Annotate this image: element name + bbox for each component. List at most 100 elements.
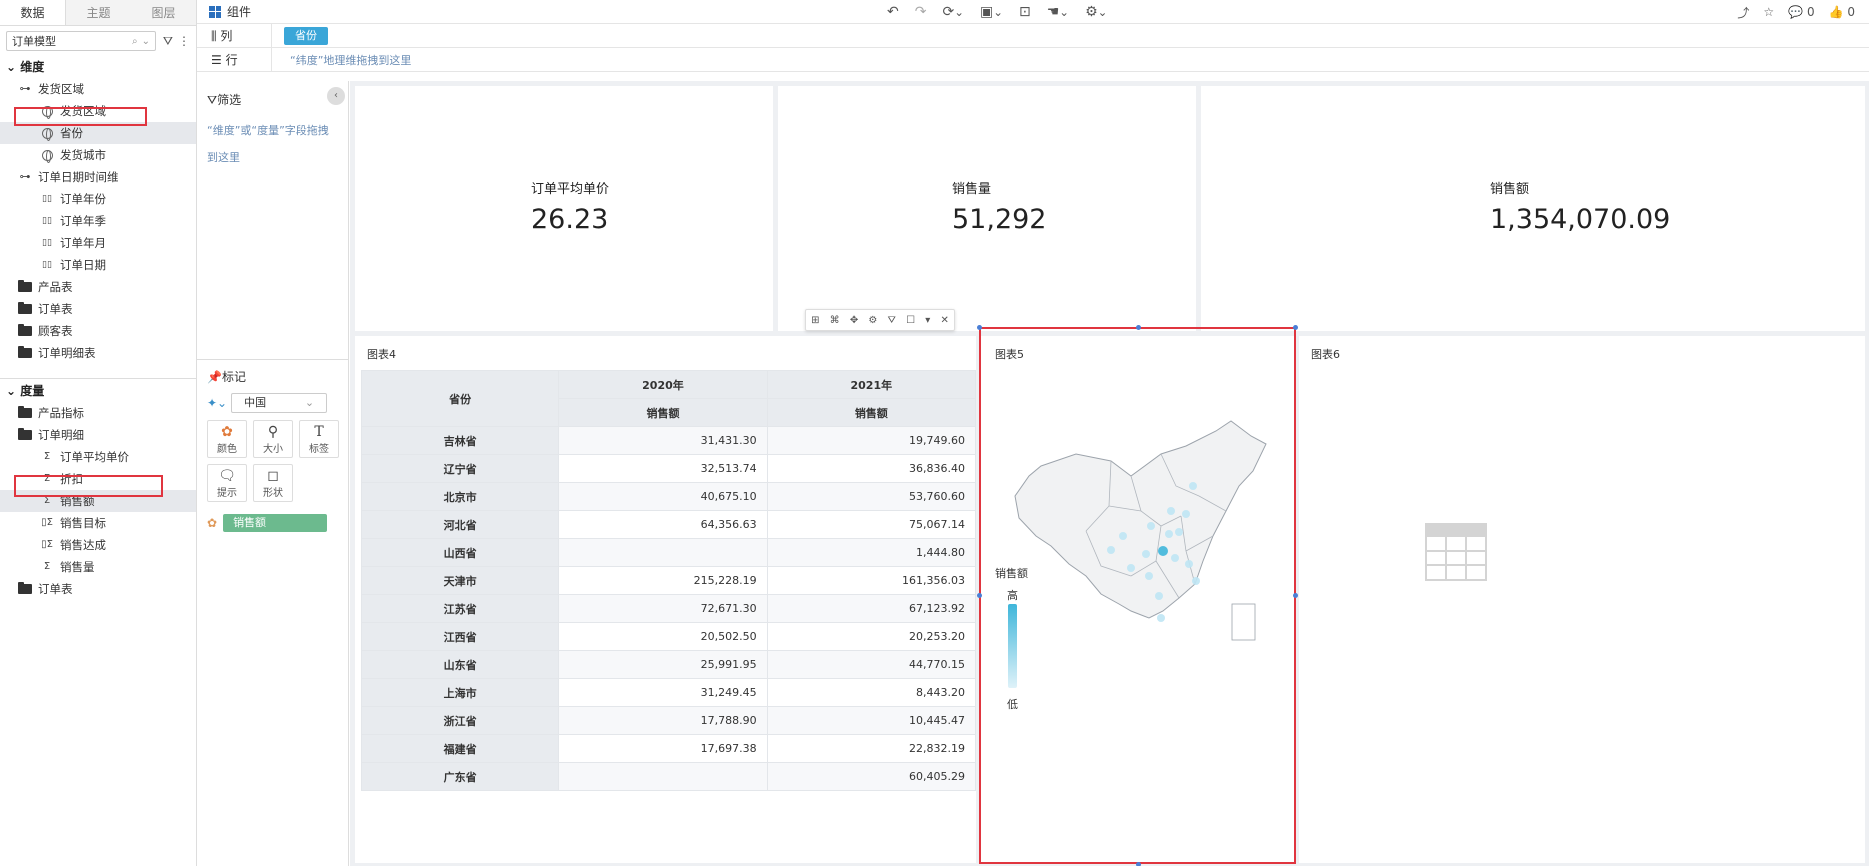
- tree-item[interactable]: ▯▯ 订单年季: [0, 210, 196, 232]
- table-row[interactable]: 辽宁省 32,513.74 36,836.40: [360, 454, 977, 483]
- province-bubble[interactable]: [1192, 577, 1200, 585]
- kpi-card-sales-qty[interactable]: 销售量 51,292: [778, 86, 1196, 331]
- province-bubble[interactable]: [1127, 564, 1135, 572]
- tree-item[interactable]: 顾客表: [0, 320, 196, 342]
- kpi-card-sales-amount[interactable]: 销售额 1,354,070.09: [1201, 86, 1865, 331]
- filter-icon[interactable]: ⛛: [888, 315, 896, 326]
- settings-icon[interactable]: ⚙: [868, 315, 877, 326]
- kpi-card-avg-price[interactable]: 订单平均单价 26.23: [355, 86, 773, 331]
- resize-handle[interactable]: [1136, 862, 1141, 866]
- measure-section-title[interactable]: ⌄ 度量: [0, 380, 196, 402]
- year-header[interactable]: 2021年: [766, 370, 977, 399]
- like-button[interactable]: 👍 0: [1829, 5, 1855, 19]
- province-bubble[interactable]: [1171, 554, 1179, 562]
- mark-shape-button[interactable]: ◻ 形状: [253, 464, 293, 502]
- gear-icon[interactable]: ⚙⌄: [1085, 4, 1107, 20]
- share-icon[interactable]: ⤴: [1737, 4, 1749, 21]
- china-map[interactable]: [981, 336, 1294, 863]
- map-chart-card[interactable]: 图表5 销售额 高 低: [981, 336, 1294, 863]
- resize-handle[interactable]: [1293, 593, 1298, 598]
- resize-handle[interactable]: [977, 325, 982, 330]
- tree-item[interactable]: ⊶ 发货区域: [0, 78, 196, 100]
- tree-item[interactable]: ▯▯ 订单年月: [0, 232, 196, 254]
- province-bubble[interactable]: [1142, 550, 1150, 558]
- table-row[interactable]: 江西省 20,502.50 20,253.20: [360, 622, 977, 651]
- year-header[interactable]: 2020年: [558, 370, 768, 399]
- tree-item[interactable]: 订单表: [0, 298, 196, 320]
- province-bubble[interactable]: [1147, 522, 1155, 530]
- save-icon[interactable]: ▣⌄: [980, 4, 1003, 20]
- tree-item[interactable]: Σ 折扣: [0, 468, 196, 490]
- resize-handle[interactable]: [1136, 325, 1141, 330]
- link-icon[interactable]: ⌘: [830, 315, 840, 326]
- tree-item[interactable]: 发货区域: [0, 100, 196, 122]
- tree-item[interactable]: ⊶ 订单日期时间维: [0, 166, 196, 188]
- row-header[interactable]: 省份: [360, 370, 560, 427]
- undo-icon[interactable]: ↶: [887, 4, 899, 20]
- province-bubble[interactable]: [1155, 592, 1163, 600]
- tab-theme[interactable]: 主题: [66, 0, 131, 25]
- resize-handle[interactable]: [1293, 325, 1298, 330]
- map-type-icon[interactable]: ✦⌄: [207, 396, 227, 410]
- preview-icon[interactable]: ⊡: [1019, 4, 1031, 20]
- tree-item[interactable]: Σ 销售量: [0, 556, 196, 578]
- more-menu-icon[interactable]: ⋮: [178, 34, 190, 49]
- table-row[interactable]: 河北省 64,356.63 75,067.14: [360, 510, 977, 539]
- resize-handle[interactable]: [977, 593, 982, 598]
- tree-item[interactable]: ▯▯ 订单年份: [0, 188, 196, 210]
- component-menu[interactable]: 组件: [197, 3, 251, 20]
- hand-icon[interactable]: ☚⌄: [1047, 4, 1069, 20]
- column-pill-province[interactable]: 省份: [284, 26, 328, 45]
- province-bubble[interactable]: [1167, 507, 1175, 515]
- tree-item[interactable]: 发货城市: [0, 144, 196, 166]
- mark-color-button[interactable]: ✿ 颜色: [207, 420, 247, 458]
- filter-drop-zone[interactable]: “维度”或“度量”字段拖拽到这里: [207, 117, 337, 171]
- maximize-icon[interactable]: ☐: [906, 315, 915, 326]
- column-shelf[interactable]: ⫼ 列 省份: [197, 24, 1869, 48]
- province-bubble[interactable]: [1175, 528, 1183, 536]
- tab-layer[interactable]: 图层: [131, 0, 196, 25]
- table-row[interactable]: 山东省 25,991.95 44,770.15: [360, 650, 977, 679]
- mark-size-button[interactable]: ⚲ 大小: [253, 420, 293, 458]
- redo-icon[interactable]: ↷: [915, 4, 927, 20]
- province-bubble[interactable]: [1119, 532, 1127, 540]
- map-region-select[interactable]: 中国 ⌄: [231, 393, 328, 413]
- table-row[interactable]: 广东省 60,405.29: [360, 762, 977, 791]
- table-row[interactable]: 浙江省 17,788.90 10,445.47: [360, 706, 977, 735]
- tree-item[interactable]: ▯▯ 订单日期: [0, 254, 196, 276]
- tree-item[interactable]: Σ 订单平均单价: [0, 446, 196, 468]
- empty-chart-card[interactable]: 图表6: [1299, 336, 1865, 863]
- tree-item[interactable]: Σ 销售额: [0, 490, 196, 512]
- province-bubble[interactable]: [1165, 530, 1173, 538]
- tree-item[interactable]: 订单明细表: [0, 342, 196, 364]
- comment-button[interactable]: 💬 0: [1788, 5, 1814, 19]
- measure-header[interactable]: 销售额: [558, 398, 768, 427]
- move-icon[interactable]: ✥: [850, 315, 858, 326]
- mark-tooltip-button[interactable]: 🗨 提示: [207, 464, 247, 502]
- mark-label-button[interactable]: T 标签: [299, 420, 339, 458]
- model-select[interactable]: 订单模型 ⌕ ⌄: [6, 31, 156, 51]
- color-measure-pill[interactable]: 销售额: [223, 514, 328, 532]
- table-row[interactable]: 上海市 31,249.45 8,443.20: [360, 678, 977, 707]
- tree-item[interactable]: 产品表: [0, 276, 196, 298]
- table-row[interactable]: 福建省 17,697.38 22,832.19: [360, 734, 977, 763]
- tree-item[interactable]: ▯Σ 销售达成: [0, 534, 196, 556]
- province-bubble[interactable]: [1185, 560, 1193, 568]
- chart-type-icon[interactable]: ⊞: [811, 315, 819, 326]
- tree-item[interactable]: 省份: [0, 122, 196, 144]
- tree-item[interactable]: 订单明细: [0, 424, 196, 446]
- dropdown-icon[interactable]: ▾: [925, 315, 930, 326]
- tree-item[interactable]: ▯Σ 销售目标: [0, 512, 196, 534]
- table-row[interactable]: 山西省 1,444.80: [360, 538, 977, 567]
- collapse-panel-button[interactable]: ‹: [327, 87, 345, 105]
- table-row[interactable]: 江苏省 72,671.30 67,123.92: [360, 594, 977, 623]
- star-icon[interactable]: ☆: [1763, 5, 1774, 19]
- table-row[interactable]: 吉林省 31,431.30 19,749.60: [360, 426, 977, 455]
- filter-settings-icon[interactable]: ⛛: [163, 34, 173, 49]
- measure-header[interactable]: 销售额: [766, 398, 977, 427]
- province-bubble[interactable]: [1158, 546, 1168, 556]
- province-bubble[interactable]: [1157, 614, 1165, 622]
- province-bubble[interactable]: [1107, 546, 1115, 554]
- province-bubble[interactable]: [1145, 572, 1153, 580]
- table-row[interactable]: 北京市 40,675.10 53,760.60: [360, 482, 977, 511]
